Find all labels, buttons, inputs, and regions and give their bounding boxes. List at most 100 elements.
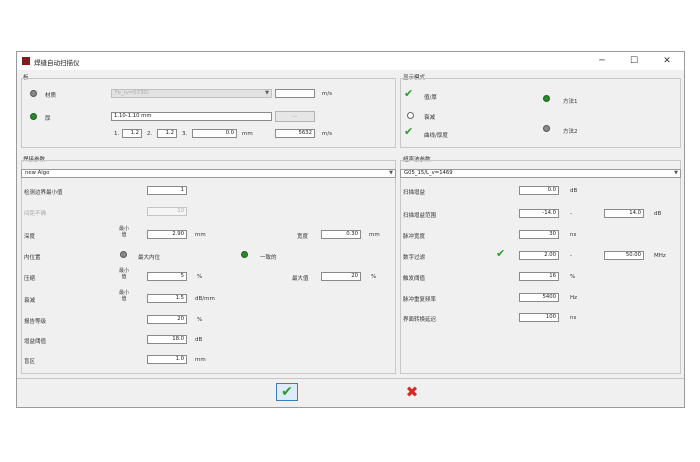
ok-button[interactable]: ✔ xyxy=(276,383,298,401)
probe-select[interactable]: G05_15/L_v=1469 ▼ xyxy=(400,169,681,178)
width-label: 宽度 xyxy=(297,234,309,240)
pos-option-1-label: 最大内位 xyxy=(138,255,161,261)
material-radio[interactable] xyxy=(30,90,37,97)
depth-min-label: 最小值 xyxy=(118,226,129,238)
scan-range-dash: - xyxy=(570,211,572,217)
app-icon xyxy=(22,57,30,65)
depth-label: 深度 xyxy=(24,234,36,240)
filter-dash: - xyxy=(570,253,572,259)
atten-unit: dB/mm xyxy=(195,296,215,302)
depth-unit: mm xyxy=(195,232,206,238)
compress-max-label: 最大值 xyxy=(292,276,309,282)
scan-gain-input[interactable]: 0.0 xyxy=(519,186,559,195)
gain-label: 增益阈值 xyxy=(24,339,47,345)
pos-option-2-radio[interactable] xyxy=(241,251,248,258)
pulse-width-label: 脉冲宽度 xyxy=(403,234,426,240)
dead-zone-input[interactable]: 1.0 xyxy=(147,355,187,364)
compress-min-label: 最小值 xyxy=(118,268,129,280)
interface-delay-label: 界面转换延迟 xyxy=(403,317,437,323)
maximize-button[interactable]: ☐ xyxy=(621,54,647,68)
scan-range-unit: dB xyxy=(654,211,662,217)
n-unit: mm xyxy=(242,131,253,137)
n3-label: 3. xyxy=(182,131,188,137)
pos-option-2-label: 一致的 xyxy=(260,255,277,261)
chevron-down-icon: ▼ xyxy=(265,90,269,96)
chevron-down-icon: ▼ xyxy=(389,170,393,176)
checkmark-icon: ✔ xyxy=(281,384,293,400)
footer-divider xyxy=(17,378,684,379)
velocity-input[interactable] xyxy=(275,89,315,98)
n2-label: 2. xyxy=(147,131,153,137)
atten-label: 衰减 xyxy=(24,298,36,304)
width-input[interactable]: 0.30 xyxy=(321,230,361,239)
atten-min-label: 最小值 xyxy=(118,290,129,302)
close-window-button[interactable]: ✕ xyxy=(654,54,680,68)
trigger-input[interactable]: 16 xyxy=(519,272,559,281)
thickness-input[interactable]: 1.10-1.10 mm xyxy=(111,112,272,121)
close-icon: ✖ xyxy=(405,383,419,401)
cancel-button[interactable]: ✖ xyxy=(401,383,423,401)
chevron-down-icon: ▼ xyxy=(674,170,678,176)
calculated-velocity-field: 5632 xyxy=(275,129,315,138)
prf-label: 脉冲重复频率 xyxy=(403,297,437,303)
compress-unit: % xyxy=(197,274,203,280)
prf-unit: Hz xyxy=(570,295,578,301)
width-unit: mm xyxy=(369,232,380,238)
filter-from-input[interactable]: 2.00 xyxy=(519,251,559,260)
gain-unit: dB xyxy=(195,337,203,343)
min-edge-input[interactable]: 1 xyxy=(147,186,187,195)
scan-gain-unit: dB xyxy=(570,188,578,194)
compress-max-input[interactable]: 20 xyxy=(321,272,361,281)
filter-to-input[interactable]: 50.00 xyxy=(604,251,644,260)
trigger-label: 触发阈值 xyxy=(403,276,426,282)
algorithm-select[interactable]: new Algo ▼ xyxy=(21,169,396,178)
velocity-unit-2: m/s xyxy=(322,131,333,137)
compress-min-input[interactable]: 5 xyxy=(147,272,187,281)
scan-range-to-input[interactable]: 14.0 xyxy=(604,209,644,218)
min-edge-label: 检测边界最小值 xyxy=(24,190,63,196)
filter-unit: MHz xyxy=(654,253,666,259)
title-bar: 焊缝自动扫描仪 ─ ☐ ✕ xyxy=(17,52,684,70)
n2-input[interactable]: 1.2 xyxy=(157,129,177,138)
pos-option-1-radio[interactable] xyxy=(120,251,127,258)
digital-filter-label: 数字过滤 xyxy=(403,255,426,261)
n1-input[interactable]: 1.2 xyxy=(122,129,142,138)
method1-label: 方法1 xyxy=(563,99,578,105)
interface-delay-unit: ns xyxy=(570,315,577,321)
checkmark-icon[interactable]: ✔ xyxy=(404,126,413,137)
compress-label: 压缩 xyxy=(24,276,36,282)
pulse-width-input[interactable]: 30 xyxy=(519,230,559,239)
weld-params-panel xyxy=(21,160,396,374)
checkmark-icon[interactable]: ✔ xyxy=(404,88,413,99)
dead-zone-unit: mm xyxy=(195,357,206,363)
material-select[interactable]: Fe_(v=5730) ▼ xyxy=(111,89,272,98)
method1-radio[interactable] xyxy=(543,95,550,102)
method2-radio[interactable] xyxy=(543,125,550,132)
thickness-radio[interactable] xyxy=(30,113,37,120)
material-label: 材质 xyxy=(45,93,57,99)
position-label: 内位置 xyxy=(24,255,41,261)
gain-input[interactable]: 18.0 xyxy=(147,335,187,344)
browse-button[interactable]: ... xyxy=(275,111,315,122)
algorithm-select-value: new Algo xyxy=(25,170,50,176)
probe-select-value: G05_15/L_v=1469 xyxy=(404,170,453,176)
interval-input: 10 xyxy=(147,207,187,216)
interface-delay-input[interactable]: 100 xyxy=(519,313,559,322)
display-option-2-radio[interactable] xyxy=(407,112,414,119)
prf-input[interactable]: 5400 xyxy=(519,293,559,302)
scan-gain-label: 扫描增益 xyxy=(403,190,426,196)
depth-min-input[interactable]: 2.90 xyxy=(147,230,187,239)
interval-label: 间距不确 xyxy=(24,211,47,217)
ref-label: 报告等级 xyxy=(24,319,47,325)
pulse-width-unit: ns xyxy=(570,232,577,238)
n1-label: 1. xyxy=(114,131,120,137)
display-option-2-label: 衰减 xyxy=(424,115,436,121)
window-title: 焊缝自动扫描仪 xyxy=(34,59,80,67)
scan-range-from-input[interactable]: -14.0 xyxy=(519,209,559,218)
n3-input[interactable]: 0.0 xyxy=(192,129,237,138)
ref-input[interactable]: 20 xyxy=(147,315,187,324)
minimize-button[interactable]: ─ xyxy=(589,54,615,68)
checkmark-icon[interactable]: ✔ xyxy=(496,248,505,259)
settings-dialog: 焊缝自动扫描仪 ─ ☐ ✕ 板 材质 Fe_(v=5730) ▼ m/s 厚 1… xyxy=(16,51,685,408)
atten-input[interactable]: 1.5 xyxy=(147,294,187,303)
